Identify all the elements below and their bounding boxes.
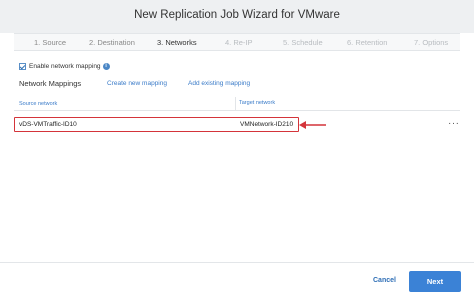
more-options-icon[interactable]: ··· [448, 119, 460, 129]
wizard-footer: Cancel Next [0, 262, 474, 297]
add-existing-mapping-link[interactable]: Add existing mapping [188, 80, 250, 87]
step-schedule: 5. Schedule [283, 38, 323, 47]
step-source[interactable]: 1. Source [34, 38, 66, 47]
cancel-button[interactable]: Cancel [373, 277, 396, 284]
column-header-source[interactable]: Source network [19, 101, 57, 107]
wizard-steps: 1. Source 2. Destination 3. Networks 4. … [14, 33, 460, 51]
step-destination[interactable]: 2. Destination [89, 38, 135, 47]
network-mappings-table: Source network Target network vDS-VMTraf… [14, 97, 460, 129]
create-new-mapping-link[interactable]: Create new mapping [107, 80, 167, 87]
highlight-box [14, 117, 299, 132]
left-arrow-icon [299, 121, 326, 129]
step-options: 7. Options [414, 38, 449, 47]
title-bar: New Replication Job Wizard for VMware [0, 0, 474, 33]
table-header: Source network Target network [14, 97, 460, 111]
step-re-ip: 4. Re-IP [225, 38, 253, 47]
column-header-target[interactable]: Target network [235, 97, 275, 110]
enable-network-mapping[interactable]: Enable network mapping i [19, 61, 110, 71]
enable-mapping-label: Enable network mapping [29, 62, 101, 70]
next-button[interactable]: Next [409, 271, 461, 292]
window-title: New Replication Job Wizard for VMware [134, 9, 340, 21]
step-networks[interactable]: 3. Networks [157, 38, 197, 47]
step-retention: 6. Retention [347, 38, 388, 47]
info-icon[interactable]: i [102, 62, 110, 70]
network-mappings-title: Network Mappings [19, 79, 82, 88]
enable-mapping-checkbox[interactable] [19, 62, 26, 70]
